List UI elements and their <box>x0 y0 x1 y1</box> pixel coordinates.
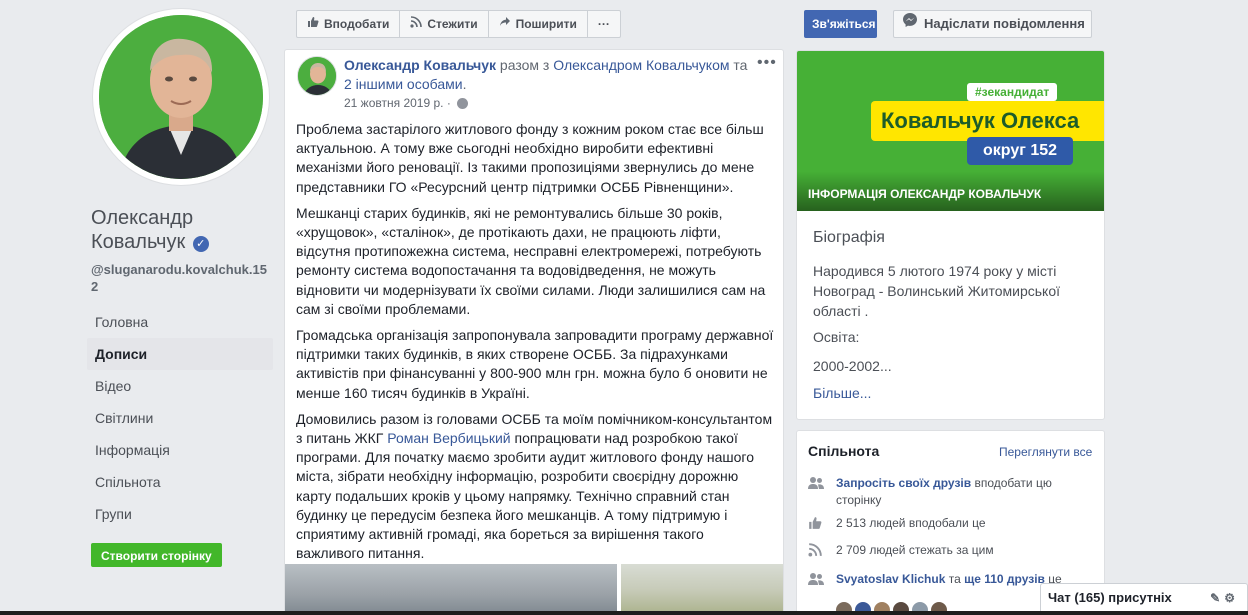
page-action-bar: Вподобати Стежити Поширити ··· <box>296 10 621 38</box>
about-card: #зекандидат Ковальчук Олекса округ 152 І… <box>796 50 1105 420</box>
post-paragraph: Громадська організація запропонувала зап… <box>296 327 774 401</box>
nav-item-posts[interactable]: Дописи <box>87 338 273 370</box>
left-column: Олександр Ковальчук ✓ @sluganarodu.koval… <box>0 0 284 615</box>
banner-hashtag: #зекандидат <box>967 83 1058 101</box>
chat-label: Чат (165) присутніх <box>1048 590 1172 605</box>
page-title: Олександр Ковальчук ✓ <box>91 206 271 254</box>
and-text: та <box>729 57 748 73</box>
post-photo[interactable] <box>285 564 617 615</box>
taskbar-strip <box>0 611 1248 615</box>
avatar <box>99 15 263 179</box>
post-timestamp[interactable]: 21 жовтня 2019 р. · <box>344 96 468 110</box>
banner-caption: ІНФОРМАЦІЯ ОЛЕКСАНДР КОВАЛЬЧУК <box>808 187 1042 201</box>
likes-row: 2 513 людей вподобали це <box>808 515 1098 532</box>
friend-link[interactable]: Svyatoslav Klichuk <box>836 572 945 586</box>
people-icon <box>808 572 824 586</box>
rss-follow-icon <box>808 543 824 557</box>
rss-follow-icon <box>410 11 423 37</box>
contact-us-button[interactable]: Зв'яжіться з нами <box>804 10 877 38</box>
profile-picture[interactable] <box>93 9 269 185</box>
nav-item-community[interactable]: Спільнота <box>87 466 273 498</box>
post-author-link[interactable]: Олександр Ковальчук <box>344 57 496 73</box>
bio-text: Народився 5 лютого 1974 року у місті Нов… <box>813 263 1061 319</box>
share-label: Поширити <box>515 17 577 31</box>
send-message-label: Надіслати повідомлення <box>924 16 1085 31</box>
post-photo[interactable] <box>621 564 783 615</box>
nav-item-photos[interactable]: Світлини <box>87 402 273 434</box>
thumbs-up-icon <box>307 11 319 37</box>
invite-friends-link[interactable]: Запросіть своїх друзів <box>836 476 971 490</box>
like-button[interactable]: Вподобати <box>297 11 401 37</box>
post-author-avatar[interactable] <box>297 56 337 96</box>
post-card: Олександр Ковальчук разом з Олександром … <box>284 49 784 615</box>
tagged-person-link[interactable]: Олександром Ковальчуком <box>553 57 729 73</box>
more-options-button[interactable]: ··· <box>588 11 620 37</box>
page-nav: Головна Дописи Відео Світлини Інформація… <box>87 306 273 530</box>
follows-count: 2 709 людей стежать за цим <box>836 543 994 557</box>
education-label: Освіта: <box>813 329 860 345</box>
page-handle[interactable]: @sluganarodu.kovalchuk.152 <box>91 261 271 295</box>
period-text: . <box>462 76 467 92</box>
send-message-button[interactable]: Надіслати повідомлення <box>893 10 1092 38</box>
post-date-text: 21 жовтня 2019 р. · <box>344 96 451 110</box>
share-arrow-icon <box>499 11 511 37</box>
follow-label: Стежити <box>427 17 478 31</box>
compose-icon[interactable]: ✎ <box>1210 591 1224 605</box>
page-title-line2: Ковальчук ✓ <box>91 230 271 254</box>
profile-photo-portrait <box>99 15 263 179</box>
bio-heading: Біографія <box>813 229 885 246</box>
post-header: Олександр Ковальчук разом з Олександром … <box>344 56 754 94</box>
page-title-line1: Олександр <box>91 207 194 229</box>
likes-count: 2 513 людей вподобали це <box>836 516 986 530</box>
banner-district: округ 152 <box>967 137 1073 165</box>
about-banner[interactable]: #зекандидат Ковальчук Олекса округ 152 І… <box>797 51 1104 211</box>
post-paragraph: Мешканці старих будинків, які не ремонту… <box>296 204 766 317</box>
more-friends-link[interactable]: ще 110 друзів <box>964 572 1045 586</box>
community-heading: Спільнота <box>808 443 880 459</box>
post-menu-button[interactable]: ••• <box>757 54 777 72</box>
nav-item-about[interactable]: Інформація <box>87 434 273 466</box>
people-icon <box>808 476 824 490</box>
banner-name: Ковальчук Олекса <box>871 101 1104 141</box>
post-paragraph: Домовились разом із головами ОСББ та мої… <box>296 410 774 564</box>
post-paragraph-text: попрацювати над розробкою такої програми… <box>296 430 755 562</box>
friend-mid-text: та <box>945 572 965 586</box>
nav-item-home[interactable]: Головна <box>87 306 273 338</box>
education-years: 2000-2002... <box>813 358 892 374</box>
post-paragraph: Проблема застарілого житлового фонду з к… <box>296 121 764 195</box>
thumbs-up-icon <box>808 516 824 530</box>
verified-badge-icon: ✓ <box>192 236 209 252</box>
nav-item-videos[interactable]: Відео <box>87 370 273 402</box>
see-all-link[interactable]: Переглянути все <box>999 445 1092 459</box>
like-label: Вподобати <box>324 17 390 31</box>
see-more-link[interactable]: Більше... <box>813 385 871 401</box>
chat-options: ✎⚙ <box>1210 584 1239 614</box>
follow-button[interactable]: Стежити <box>400 11 489 37</box>
create-page-button[interactable]: Створити сторінку <box>91 543 222 567</box>
page-title-surname: Ковальчук <box>91 231 186 253</box>
follows-row: 2 709 людей стежать за цим <box>808 542 1098 559</box>
post-photos <box>285 564 783 615</box>
with-text: разом з <box>496 57 554 73</box>
mention-link[interactable]: Роман Вербицький <box>387 430 510 446</box>
globe-icon <box>456 97 468 109</box>
tagged-others-link[interactable]: 2 іншими особами <box>344 76 463 92</box>
post-text: Проблема застарілого житлового фонду з к… <box>296 120 774 570</box>
nav-item-groups[interactable]: Групи <box>87 498 273 530</box>
invite-friends-row: Запросіть своїх друзів вподобати цю стор… <box>808 475 1098 509</box>
gear-icon[interactable]: ⚙ <box>1224 591 1239 605</box>
share-button[interactable]: Поширити <box>489 11 588 37</box>
messenger-icon <box>902 11 918 37</box>
author-photo <box>298 57 336 95</box>
